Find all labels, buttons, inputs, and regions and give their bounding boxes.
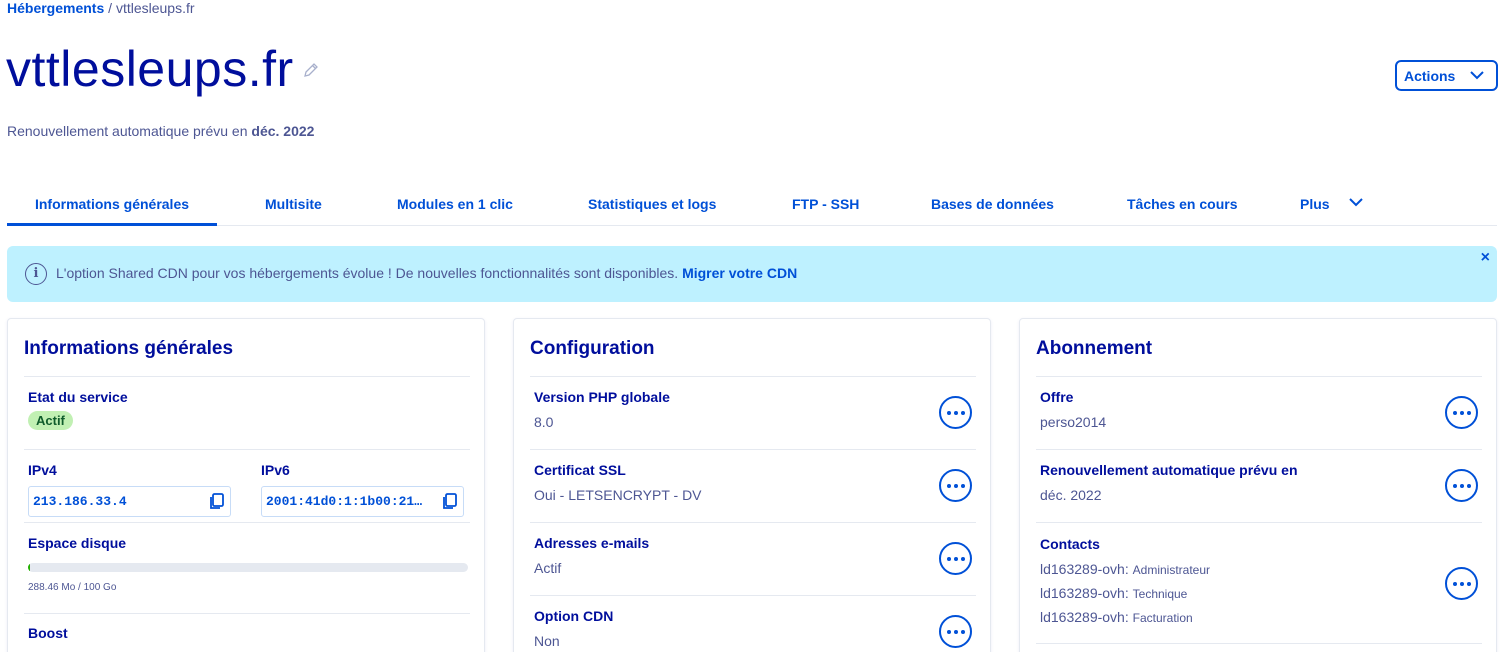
- contact-id: ld163289-ovh:: [1040, 561, 1129, 577]
- info-icon: i: [25, 263, 47, 285]
- contact-role: Technique: [1132, 587, 1188, 601]
- ipv6-field[interactable]: 2001:41d0:1:1b00:21…: [261, 486, 464, 517]
- row-value: 8.0: [534, 414, 554, 430]
- row-label: Etat du service: [28, 389, 128, 405]
- status-badge: Actif: [28, 411, 73, 430]
- ipv6-value: 2001:41d0:1:1b00:21…: [266, 494, 423, 509]
- row-label: Option CDN: [534, 608, 614, 624]
- ipv4-value: 213.186.33.4: [33, 494, 127, 509]
- row-espace-disque: Espace disque 288.46 Mo / 100 Go: [24, 522, 470, 613]
- breadcrumb-link-hebergements[interactable]: Hébergements: [7, 0, 104, 16]
- row-label: Renouvellement automatique prévu en: [1040, 462, 1298, 478]
- contact-role: Administrateur: [1132, 563, 1211, 577]
- row-etat-service: Etat du service Actif: [24, 376, 470, 449]
- row-value: Non: [534, 633, 560, 649]
- tab-bases-de-donnees[interactable]: Bases de données: [931, 186, 1054, 226]
- row-renouvellement: Renouvellement automatique prévu en déc.…: [1036, 449, 1482, 522]
- banner-text: L'option Shared CDN pour vos hébergement…: [56, 265, 797, 281]
- tab-statistiques[interactable]: Statistiques et logs: [588, 186, 716, 226]
- more-options-button[interactable]: [939, 469, 972, 502]
- more-options-button[interactable]: [939, 542, 972, 575]
- row-label: Boost: [28, 625, 68, 641]
- tab-plus[interactable]: Plus: [1300, 186, 1370, 226]
- pencil-icon[interactable]: [302, 61, 320, 79]
- actions-button[interactable]: Actions: [1395, 60, 1498, 91]
- contact-role: Facturation: [1132, 611, 1193, 625]
- contact-id: ld163289-ovh:: [1040, 609, 1129, 625]
- breadcrumb: Hébergements / vttlesleups.fr: [7, 0, 195, 16]
- ipv6-label: IPv6: [261, 462, 290, 478]
- actions-button-label: Actions: [1404, 67, 1456, 84]
- row-offre: Offre perso2014: [1036, 376, 1482, 449]
- chevron-down-icon: [1349, 198, 1363, 207]
- row-value: déc. 2022: [1040, 487, 1102, 503]
- page-title: vttlesleups.fr: [6, 41, 294, 97]
- row-label: Contacts: [1040, 536, 1100, 552]
- more-options-button[interactable]: [1445, 469, 1478, 502]
- ipv4-label: IPv4: [28, 462, 57, 478]
- row-version-php: Version PHP globale 8.0: [530, 376, 976, 449]
- card-title: Abonnement: [1036, 338, 1153, 359]
- tab-modules[interactable]: Modules en 1 clic: [397, 186, 513, 226]
- row-value: perso2014: [1040, 414, 1107, 430]
- breadcrumb-separator: /: [104, 0, 116, 16]
- close-icon[interactable]: ×: [1481, 249, 1490, 267]
- row-certificat-ssl: Certificat SSL Oui - LETSENCRYPT - DV: [530, 449, 976, 522]
- row-label: Adresses e-mails: [534, 535, 650, 551]
- tab-taches[interactable]: Tâches en cours: [1127, 186, 1238, 226]
- more-options-button[interactable]: [1445, 396, 1478, 429]
- tab-plus-label: Plus: [1300, 196, 1330, 212]
- ipv4-field[interactable]: 213.186.33.4: [28, 486, 231, 517]
- more-options-button[interactable]: [939, 396, 972, 429]
- contact-admin: ld163289-ovh: Administrateur: [1040, 561, 1210, 577]
- row-adresses-emails: Adresses e-mails Actif: [530, 522, 976, 595]
- row-label: Certificat SSL: [534, 462, 626, 478]
- card-title: Configuration: [530, 338, 655, 359]
- card-informations-generales: Informations générales Etat du service A…: [7, 318, 485, 652]
- tab-bar: Informations générales Multisite Modules…: [7, 186, 1497, 226]
- copy-icon[interactable]: [209, 493, 225, 510]
- card-configuration: Configuration Version PHP globale 8.0 Ce…: [513, 318, 991, 652]
- card-abonnement: Abonnement Offre perso2014 Renouvellemen…: [1019, 318, 1497, 652]
- tab-multisite[interactable]: Multisite: [265, 186, 322, 226]
- row-value: Oui - LETSENCRYPT - DV: [534, 487, 702, 503]
- breadcrumb-current: vttlesleups.fr: [115, 0, 195, 16]
- contact-id: ld163289-ovh:: [1040, 585, 1129, 601]
- row-label: Version PHP globale: [534, 389, 670, 405]
- row-ip: IPv4 IPv6 213.186.33.4 2001:41d0:1:1b00:…: [24, 449, 470, 522]
- row-boost: Boost: [24, 613, 470, 652]
- renewal-info: Renouvellement automatique prévu en déc.…: [7, 123, 314, 139]
- disk-usage-text: 288.46 Mo / 100 Go: [28, 582, 117, 593]
- chevron-down-icon: [1470, 71, 1484, 80]
- banner-link-migrer-cdn[interactable]: Migrer votre CDN: [682, 265, 797, 281]
- contact-billing: ld163289-ovh: Facturation: [1040, 609, 1193, 625]
- row-label: Espace disque: [28, 535, 127, 551]
- tab-informations-generales[interactable]: Informations générales: [7, 186, 217, 226]
- copy-icon[interactable]: [442, 493, 458, 510]
- contact-tech: ld163289-ovh: Technique: [1040, 585, 1187, 601]
- row-contacts: Contacts ld163289-ovh: Administrateur ld…: [1036, 522, 1482, 644]
- more-options-button[interactable]: [1445, 567, 1478, 600]
- tab-ftp-ssh[interactable]: FTP - SSH: [792, 186, 859, 226]
- disk-progress-bar: [28, 563, 468, 572]
- row-label: Offre: [1040, 389, 1074, 405]
- info-banner: i L'option Shared CDN pour vos hébergeme…: [7, 246, 1497, 302]
- renewal-date: déc. 2022: [251, 123, 315, 139]
- banner-message: L'option Shared CDN pour vos hébergement…: [56, 265, 683, 281]
- disk-progress-fill: [28, 563, 31, 572]
- more-options-button[interactable]: [939, 615, 972, 648]
- renewal-prefix: Renouvellement automatique prévu en: [7, 123, 252, 139]
- card-title: Informations générales: [24, 338, 234, 359]
- row-value: Actif: [534, 560, 562, 576]
- row-option-cdn: Option CDN Non: [530, 595, 976, 652]
